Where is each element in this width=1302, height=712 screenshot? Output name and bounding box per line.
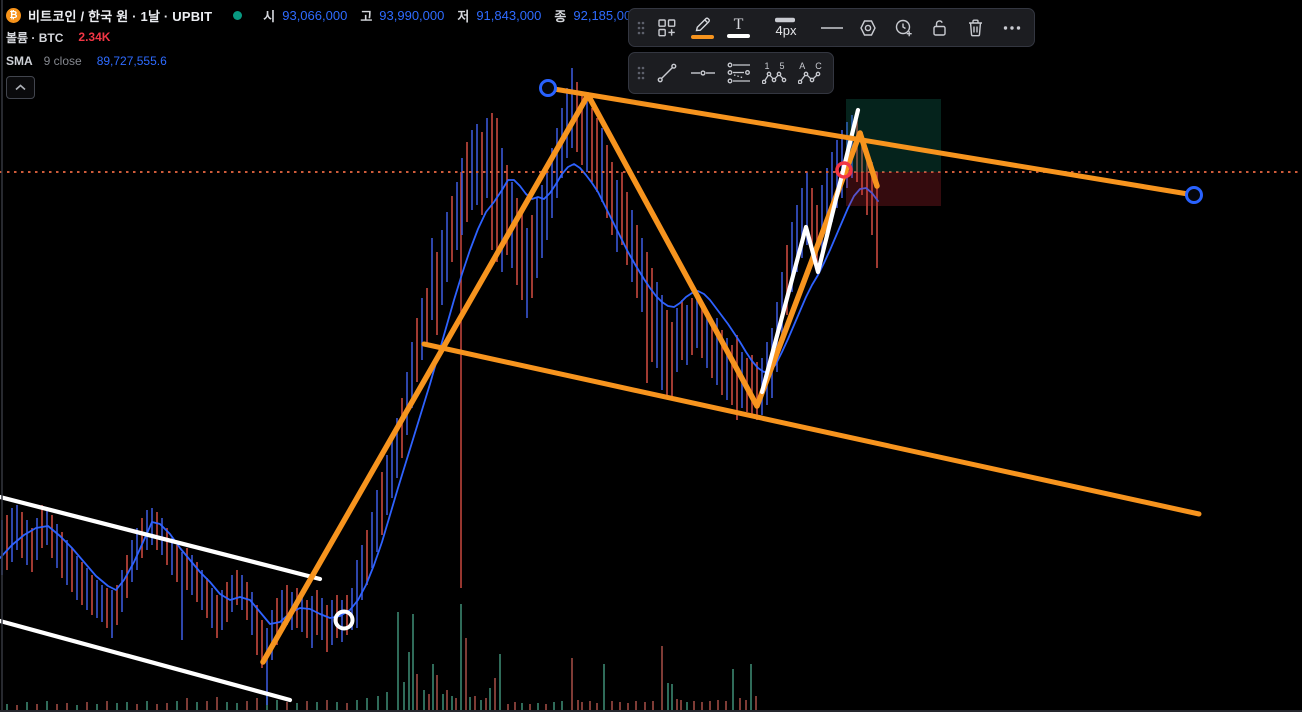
parallel-lines-icon (727, 62, 750, 84)
impulse-label-1: 1 (764, 61, 770, 71)
trend-line-icon (657, 63, 676, 83)
low-value: 91,843,000 (476, 7, 542, 23)
chevron-up-icon (15, 84, 26, 91)
trading-chart-window: ₿ 비트코인 / 한국 원 · 1날 · UPBIT 시 93,066,000 … (0, 0, 1302, 712)
market-status-dot-icon (233, 10, 243, 20)
grip-dots-icon (637, 21, 645, 34)
parallel-lines-tool-button[interactable] (721, 58, 756, 89)
text-tool-icon: T (733, 15, 744, 33)
line-toolbar-drag-handle[interactable] (634, 58, 648, 89)
correction-label-a: A (799, 61, 806, 71)
bitcoin-logo-icon: ₿ (6, 7, 21, 23)
solid-line-icon (820, 26, 843, 29)
collapse-indicators-button[interactable] (6, 76, 35, 99)
delete-button[interactable] (958, 12, 993, 43)
text-color-button[interactable]: T (721, 12, 756, 43)
price-chart-canvas[interactable] (0, 0, 1302, 712)
horizontal-line-icon (690, 70, 715, 76)
anchor-handle[interactable] (1185, 186, 1203, 204)
draw-color-button[interactable] (685, 12, 720, 43)
sma-indicator-label[interactable]: SMA (6, 54, 33, 68)
grip-dots-icon (637, 66, 645, 80)
symbol-title[interactable]: 비트코인 / 한국 원 · 1날 · UPBIT (28, 6, 212, 25)
toolbar-drag-handle[interactable] (634, 12, 648, 43)
close-label: 종 (554, 8, 567, 24)
trend-line-tool-button[interactable] (649, 58, 684, 89)
anchor-handle[interactable] (539, 79, 557, 97)
sma-params: 9 close (43, 54, 82, 68)
line-style-button[interactable] (814, 12, 849, 43)
line-thickness-button[interactable]: 4px (757, 12, 813, 43)
white-channel-drawing[interactable] (0, 494, 323, 703)
thickness-value: 4px (775, 23, 797, 38)
draw-color-swatch (691, 35, 714, 39)
drawing-toolbar: T 4px (628, 8, 1035, 47)
sma-value: 89,727,555.6 (96, 54, 167, 68)
horizontal-line-tool-button[interactable] (685, 58, 720, 89)
volume-series (6, 604, 757, 710)
low-label: 저 (457, 8, 470, 24)
hexagon-circle-icon (859, 19, 876, 36)
ellipsis-icon (1003, 25, 1020, 30)
alert-clock-plus-icon (895, 19, 912, 36)
volume-label[interactable]: 볼륨 · BTC (6, 29, 63, 46)
pencil-icon (695, 17, 710, 32)
add-alert-button[interactable] (886, 12, 921, 43)
text-color-swatch (727, 33, 750, 38)
unlocked-padlock-icon (933, 20, 946, 36)
correction-label-c: C (815, 61, 822, 71)
zigzag-wave-icon (797, 71, 820, 84)
volume-value: 2.34K (78, 30, 111, 44)
elliott-correction-wave-button[interactable]: A C (793, 58, 828, 89)
high-label: 고 (360, 8, 373, 24)
line-tools-toolbar: 1 5 A C (628, 52, 834, 94)
template-icon (657, 18, 675, 36)
more-options-button[interactable] (994, 12, 1029, 43)
template-button[interactable] (649, 12, 684, 43)
elliott-impulse-wave-button[interactable]: 1 5 (757, 58, 792, 89)
impulse-label-5: 5 (779, 61, 785, 71)
chart-legend: ₿ 비트코인 / 한국 원 · 1날 · UPBIT 시 93,066,000 … (6, 6, 644, 74)
shape-button[interactable] (850, 12, 885, 43)
trash-icon (969, 19, 982, 37)
open-value: 93,066,000 (282, 7, 348, 23)
high-value: 93,990,000 (379, 7, 445, 23)
zigzag-wave-icon (761, 71, 786, 84)
lock-button[interactable] (922, 12, 957, 43)
orange-trendline-lower[interactable] (421, 341, 1202, 517)
open-label: 시 (263, 8, 276, 24)
